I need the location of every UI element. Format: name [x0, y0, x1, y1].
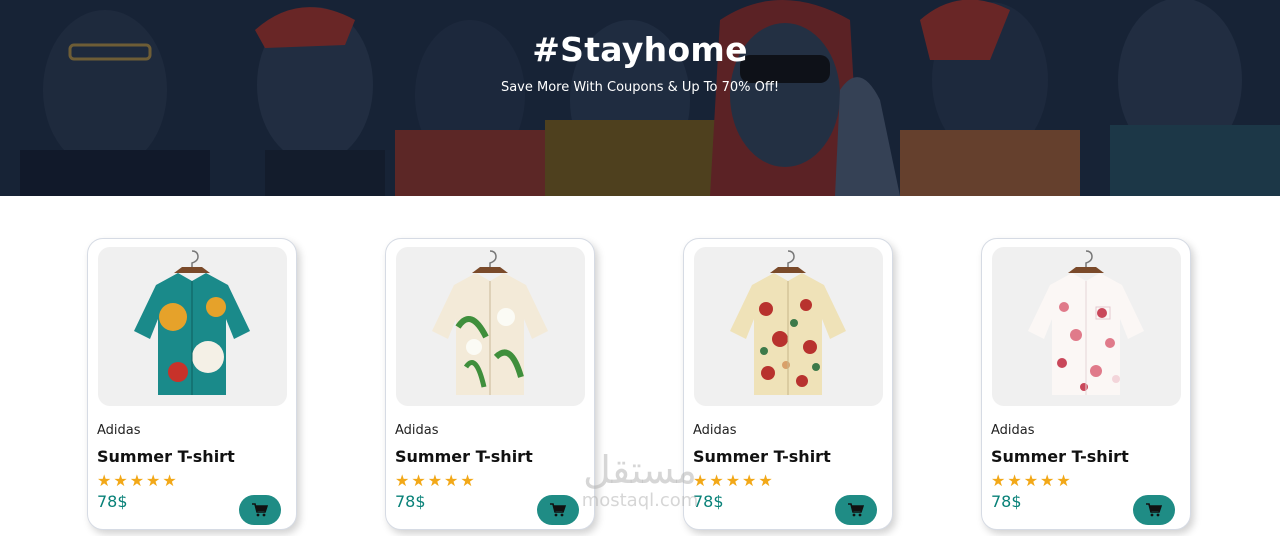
product-name[interactable]: Summer T-shirt	[395, 447, 533, 466]
cart-icon	[550, 503, 566, 517]
star-icon: ★	[162, 471, 177, 490]
star-icon: ★	[460, 471, 475, 490]
star-icon: ★	[146, 471, 161, 490]
product-card[interactable]: Adidas Summer T-shirt ★ ★ ★ ★ ★ 78$	[981, 238, 1191, 530]
star-icon: ★	[742, 471, 757, 490]
product-card[interactable]: Adidas Summer T-shirt ★ ★ ★ ★ ★ 78$	[385, 238, 595, 530]
cart-icon	[1146, 503, 1162, 517]
product-brand: Adidas	[693, 423, 737, 438]
star-icon: ★	[1007, 471, 1022, 490]
product-name[interactable]: Summer T-shirt	[991, 447, 1129, 466]
product-rating: ★ ★ ★ ★ ★	[991, 473, 1071, 489]
product-rating: ★ ★ ★ ★ ★	[693, 473, 773, 489]
product-price: 78$	[97, 492, 128, 511]
product-rating: ★ ★ ★ ★ ★	[97, 473, 177, 489]
star-icon: ★	[725, 471, 741, 490]
star-icon: ★	[411, 471, 426, 490]
product-brand: Adidas	[97, 423, 141, 438]
hero-subtitle: Save More With Coupons & Up To 70% Off!	[500, 80, 780, 95]
add-to-cart-button[interactable]	[239, 495, 281, 525]
product-name[interactable]: Summer T-shirt	[97, 447, 235, 466]
product-price: 78$	[395, 492, 426, 511]
star-icon: ★	[395, 471, 410, 490]
product-rating: ★ ★ ★ ★ ★	[395, 473, 475, 489]
product-brand: Adidas	[395, 423, 439, 438]
star-icon: ★	[991, 471, 1006, 490]
shirt-image	[730, 250, 846, 395]
product-image[interactable]	[694, 247, 883, 406]
product-image[interactable]	[98, 247, 287, 406]
star-icon: ★	[113, 471, 128, 490]
star-icon: ★	[444, 471, 459, 490]
star-icon: ★	[758, 471, 773, 490]
hero-banner: #Stayhome Save More With Coupons & Up To…	[0, 0, 1280, 196]
star-icon: ★	[1056, 471, 1071, 490]
add-to-cart-button[interactable]	[537, 495, 579, 525]
shirt-image	[1028, 250, 1144, 395]
star-icon: ★	[1023, 471, 1039, 490]
add-to-cart-button[interactable]	[1133, 495, 1175, 525]
product-brand: Adidas	[991, 423, 1035, 438]
cart-icon	[848, 503, 864, 517]
product-image[interactable]	[992, 247, 1181, 406]
shirt-image	[134, 250, 250, 395]
star-icon: ★	[1040, 471, 1055, 490]
star-icon: ★	[97, 471, 112, 490]
product-image[interactable]	[396, 247, 585, 406]
star-icon: ★	[693, 471, 708, 490]
hero-title: #Stayhome	[532, 30, 748, 69]
star-icon: ★	[427, 471, 443, 490]
product-price: 78$	[991, 492, 1022, 511]
cart-icon	[252, 503, 268, 517]
add-to-cart-button[interactable]	[835, 495, 877, 525]
product-price: 78$	[693, 492, 724, 511]
star-icon: ★	[709, 471, 724, 490]
product-name[interactable]: Summer T-shirt	[693, 447, 831, 466]
star-icon: ★	[129, 471, 145, 490]
product-card[interactable]: Adidas Summer T-shirt ★ ★ ★ ★ ★ 78$	[87, 238, 297, 530]
product-card[interactable]: Adidas Summer T-shirt ★ ★ ★ ★ ★ 78$	[683, 238, 893, 530]
shirt-image	[432, 250, 548, 395]
